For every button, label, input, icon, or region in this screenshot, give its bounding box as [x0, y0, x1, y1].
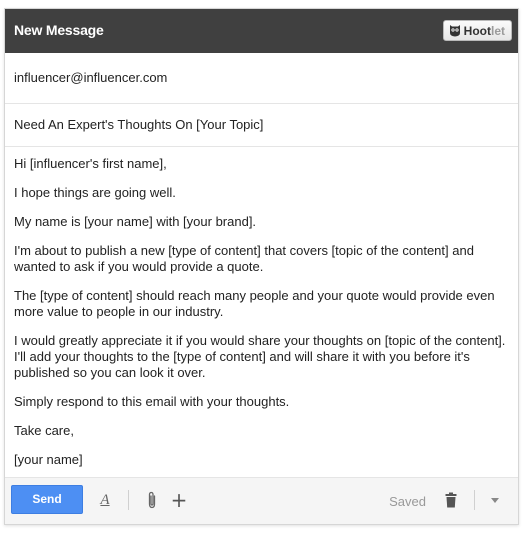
- body-paragraph: The [type of content] should reach many …: [14, 288, 495, 319]
- saved-status: Saved: [389, 494, 426, 509]
- plus-icon[interactable]: +: [171, 488, 188, 512]
- toolbar-divider: [474, 490, 475, 510]
- paperclip-glyph: [148, 491, 156, 509]
- body-paragraph: [your name]: [14, 452, 83, 467]
- paperclip-icon[interactable]: [144, 489, 160, 511]
- compose-title: New Message: [14, 22, 104, 38]
- body-paragraph: I hope things are going well.: [14, 185, 176, 200]
- to-recipient: influencer@influencer.com: [14, 70, 168, 85]
- chevron-glyph: [491, 497, 499, 503]
- compose-window: New Message Hootlet influencer@influence…: [4, 8, 519, 525]
- subject-text: Need An Expert's Thoughts On [Your Topic…: [14, 117, 264, 132]
- chevron-down-icon[interactable]: [488, 489, 502, 511]
- body-paragraph: Simply respond to this email with your t…: [14, 394, 290, 409]
- toolbar-divider: [128, 490, 129, 510]
- hootlet-button[interactable]: Hootlet: [442, 20, 512, 41]
- subject-field[interactable]: Need An Expert's Thoughts On [Your Topic…: [5, 104, 518, 147]
- text-format-icon[interactable]: A: [97, 489, 113, 511]
- body-paragraph: My name is [your name] with [your brand]…: [14, 214, 257, 229]
- trash-glyph: [445, 492, 457, 508]
- body-paragraph: I'm about to publish a new [type of cont…: [14, 243, 474, 274]
- body-paragraph: I would greatly appreciate it if you wou…: [14, 333, 506, 380]
- send-button[interactable]: Send: [11, 485, 83, 514]
- compose-toolbar: Send A + Saved: [5, 477, 518, 524]
- body-paragraph: Take care,: [14, 423, 74, 438]
- to-field[interactable]: influencer@influencer.com: [5, 53, 518, 104]
- hootlet-label: Hootlet: [463, 23, 505, 38]
- body-paragraph: Hi [influencer's first name],: [14, 156, 167, 171]
- owl-icon: [449, 25, 460, 37]
- message-body[interactable]: Hi [influencer's first name], I hope thi…: [14, 156, 511, 481]
- trash-icon[interactable]: [444, 489, 458, 511]
- compose-titlebar[interactable]: New Message Hootlet: [5, 9, 518, 53]
